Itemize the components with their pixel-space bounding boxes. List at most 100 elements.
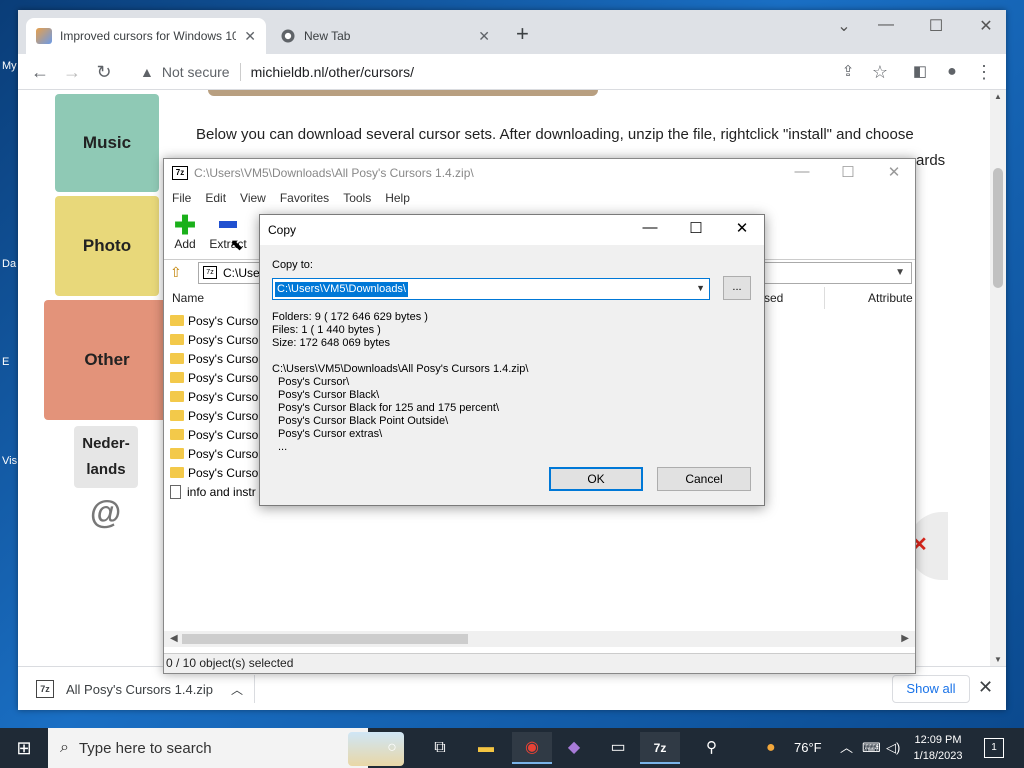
bookmark-star-icon[interactable]: ☆ [868, 60, 892, 84]
nav-tile-nederlands[interactable]: Neder- lands [74, 426, 138, 488]
list-item[interactable]: Posy's Cursor [170, 387, 262, 406]
share-icon[interactable]: ⇪ [836, 60, 860, 84]
close-window-icon[interactable]: ✕ [874, 163, 914, 181]
task-view-icon[interactable]: ⧉ [420, 732, 460, 764]
maximize-icon[interactable]: ☐ [828, 163, 868, 181]
menu-favorites[interactable]: Favorites [280, 191, 329, 205]
close-shelf-icon[interactable]: ✕ [978, 677, 993, 698]
menu-kebab-icon[interactable]: ⋮ [972, 60, 996, 84]
terminal-icon[interactable]: ▭ [598, 732, 638, 764]
page-scrollbar[interactable]: ▲ ▼ [990, 90, 1006, 666]
7zip-taskbar-icon[interactable]: 7z [640, 732, 680, 764]
column-packed[interactable]: sed [764, 287, 783, 309]
tab-search-chevron-icon[interactable]: ⌄ [824, 16, 864, 36]
scroll-up-icon[interactable]: ▲ [994, 92, 1002, 101]
tab-cursors[interactable]: Improved cursors for Windows 10 ✕ [26, 18, 266, 54]
chevron-down-icon[interactable]: ▼ [895, 267, 905, 278]
minimize-icon[interactable]: — [782, 163, 822, 180]
file-explorer-icon[interactable]: ▬ [466, 732, 506, 764]
security-label[interactable]: Not secure [162, 64, 230, 80]
menu-view[interactable]: View [240, 191, 266, 205]
cortana-icon[interactable]: ○ [372, 732, 412, 764]
menu-tools[interactable]: Tools [343, 191, 371, 205]
desktop-label[interactable]: E [2, 356, 9, 368]
desktop-label[interactable]: Vis [2, 455, 17, 467]
close-dialog-icon[interactable]: ✕ [722, 219, 762, 237]
nav-tile-photo[interactable]: Photo [55, 196, 159, 296]
add-button[interactable]: ✚ Add [172, 210, 198, 251]
network-icon[interactable]: ⌨ [862, 728, 881, 768]
ok-button[interactable]: OK [549, 467, 643, 491]
list-item[interactable]: Posy's Cursor [170, 330, 262, 349]
list-item[interactable]: Posy's Cursor [170, 349, 262, 368]
weather-temp[interactable]: 76°F [794, 728, 822, 768]
scroll-left-icon[interactable]: ◀ [170, 631, 178, 647]
volume-icon[interactable]: ◁) [886, 728, 900, 768]
windows-start-icon[interactable]: ⊞ [0, 728, 48, 768]
list-item[interactable]: info and instr [170, 482, 256, 501]
close-icon[interactable]: ✕ [244, 28, 256, 45]
tab-new-tab[interactable]: New Tab ✕ [270, 18, 500, 54]
horizontal-scrollbar[interactable]: ◀ ▶ [164, 631, 915, 647]
close-icon[interactable]: ✕ [478, 28, 490, 45]
download-file-name[interactable]: All Posy's Cursors 1.4.zip [66, 682, 213, 697]
chevron-up-icon[interactable]: ︿ [840, 728, 853, 768]
copy-to-value[interactable]: C:\Users\VM5\Downloads\ [275, 282, 408, 297]
scrollbar-thumb[interactable] [993, 168, 1003, 288]
minimize-icon[interactable]: — [866, 16, 906, 34]
add-plus-icon: ✚ [174, 210, 196, 240]
new-tab-plus-icon[interactable]: + [516, 23, 529, 45]
clock[interactable]: 12:09 PM 1/18/2023 [910, 732, 966, 764]
url-text[interactable]: michieldb.nl/other/cursors/ [251, 64, 414, 80]
nav-tile-music[interactable]: Music [55, 94, 159, 192]
column-attribute[interactable]: Attribute [868, 287, 913, 309]
show-all-button[interactable]: Show all [892, 675, 970, 703]
search-icon: ⌕ [60, 739, 69, 756]
side-panel-icon[interactable]: ◧ [908, 60, 932, 84]
chrome-icon[interactable]: ◉ [512, 732, 552, 764]
chevron-down-icon[interactable]: ▼ [696, 283, 705, 293]
menu-help[interactable]: Help [385, 191, 410, 205]
folder-icon [170, 448, 184, 459]
list-item[interactable]: Posy's Cursor [170, 425, 262, 444]
back-arrow-icon[interactable]: ← [28, 60, 52, 84]
folder-icon [170, 429, 184, 440]
maximize-icon[interactable]: ☐ [676, 219, 716, 237]
copy-to-combobox[interactable]: C:\Users\VM5\Downloads\ ▼ [272, 278, 710, 300]
source-item: Posy's Cursor Black for 125 and 175 perc… [278, 402, 499, 414]
menu-file[interactable]: File [172, 191, 191, 205]
notification-center-icon[interactable]: 1 [984, 738, 1004, 758]
column-name[interactable]: Name [172, 287, 204, 309]
list-item[interactable]: Posy's Cursor [170, 463, 262, 482]
maximize-icon[interactable]: ☐ [916, 16, 956, 36]
list-item[interactable]: Posy's Cursor [170, 311, 262, 330]
chevron-up-icon[interactable]: ︿ [231, 681, 243, 698]
desktop-label[interactable]: My [2, 60, 17, 72]
minimize-icon[interactable]: — [630, 219, 670, 236]
nav-tile-other[interactable]: Other [44, 300, 170, 420]
list-item[interactable]: Posy's Cursor [170, 406, 262, 425]
list-item[interactable]: Posy's Cursor [170, 444, 262, 463]
warning-icon[interactable]: ▲ [140, 64, 154, 80]
scroll-right-icon[interactable]: ▶ [901, 631, 909, 647]
people-icon[interactable]: ⚲ [706, 728, 717, 768]
close-window-icon[interactable]: ✕ [966, 16, 1006, 36]
menu-edit[interactable]: Edit [205, 191, 226, 205]
taskbar-search[interactable]: ⌕ Type here to search [48, 728, 404, 768]
visual-studio-icon[interactable]: ◆ [554, 732, 594, 764]
weather-sun-icon[interactable]: ● [766, 728, 776, 768]
desktop-label[interactable]: Da [2, 258, 16, 270]
browse-button[interactable]: ... [723, 276, 751, 300]
forward-arrow-icon[interactable]: → [60, 60, 84, 84]
folder-up-icon[interactable]: ⇧ [170, 264, 182, 281]
text-file-icon [170, 484, 181, 499]
scrollbar-thumb[interactable] [182, 634, 468, 644]
address-bar[interactable]: ▲ Not secure michieldb.nl/other/cursors/ [130, 57, 870, 87]
contact-at-icon[interactable]: @ [90, 494, 121, 531]
reload-icon[interactable]: ↻ [92, 60, 116, 84]
list-item[interactable]: Posy's Cursor [170, 368, 262, 387]
scroll-down-icon[interactable]: ▼ [994, 655, 1002, 664]
profile-avatar-icon[interactable]: ● [940, 60, 964, 84]
download-item[interactable]: 7z All Posy's Cursors 1.4.zip ︿ [36, 677, 243, 701]
cancel-button[interactable]: Cancel [657, 467, 751, 491]
